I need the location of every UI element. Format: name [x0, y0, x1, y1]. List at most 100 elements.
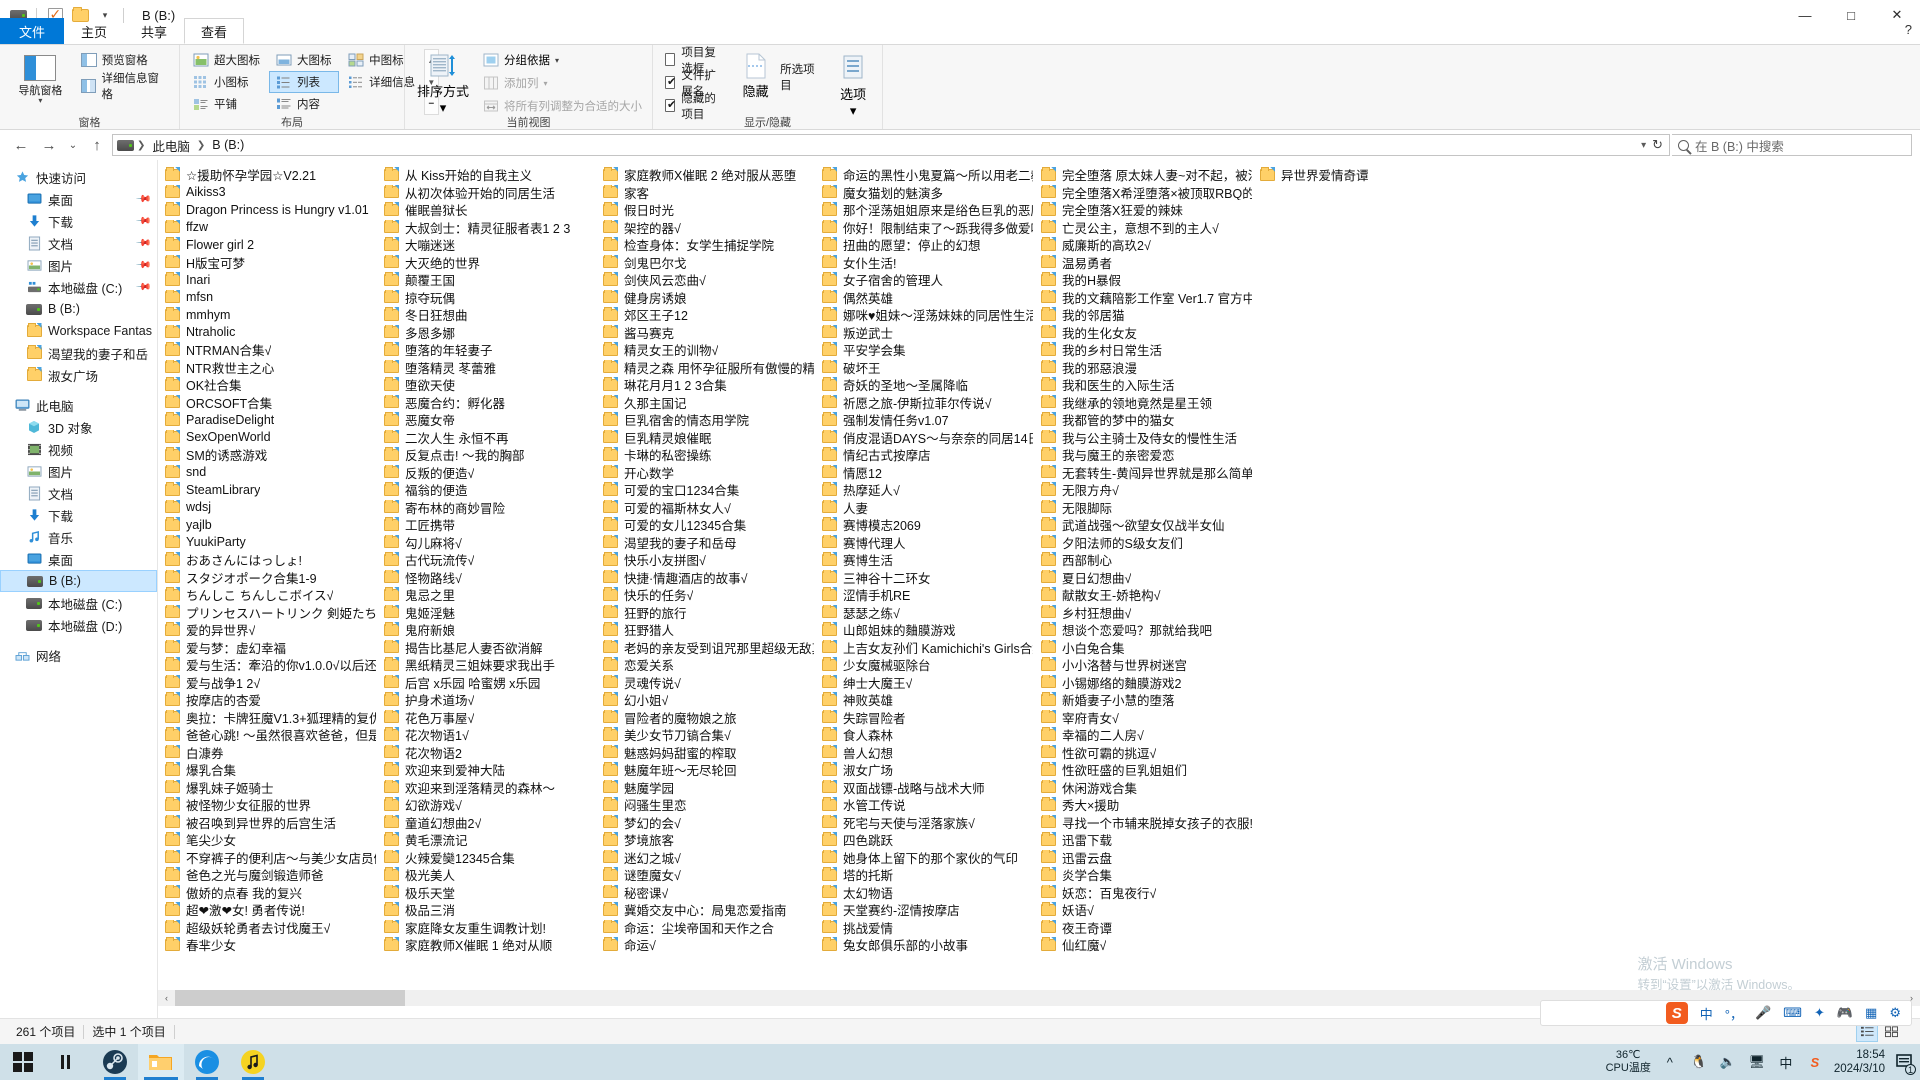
file-list-item[interactable]: 反复点击! ～我的胸部 [377, 446, 596, 464]
file-list-item[interactable]: 我和医生的入际生活 [1034, 376, 1253, 394]
file-list-item[interactable]: 我继承的领地竟然是星王领 [1034, 394, 1253, 412]
file-list-item[interactable]: 欢迎来到淫落精灵的森林～ [377, 779, 596, 797]
file-list-item[interactable]: 涩情手机RE [815, 586, 1034, 604]
up-button[interactable]: ↑ [84, 133, 110, 157]
file-list-item[interactable]: 火辣爱奱12345合集 [377, 849, 596, 867]
sidebar-item-this-pc[interactable]: 此电脑 [0, 394, 157, 416]
details-pane-button[interactable]: 详细信息窗格 [77, 73, 173, 101]
file-list-item[interactable]: 反叛的便造√ [377, 464, 596, 482]
file-list-item[interactable]: 福翁的便造 [377, 481, 596, 499]
file-list-item[interactable]: 祈愿之旅-伊斯拉菲尔传说√ [815, 394, 1034, 412]
file-list-item[interactable]: 想谈个恋爱吗？那就给我吧 [1034, 621, 1253, 639]
file-list-item[interactable]: 精灵女王的训物√ [596, 341, 815, 359]
file-list-item[interactable]: 天堂赛约-涩情按摩店 [815, 901, 1034, 919]
windows-start-icon[interactable] [0, 1044, 46, 1080]
file-list-item[interactable]: 幸福的二人房√ [1034, 726, 1253, 744]
file-list-item[interactable]: 梦境旅客 [596, 831, 815, 849]
file-list-item[interactable]: 秘密课√ [596, 884, 815, 902]
file-list-item[interactable]: 仙红魔√ [1034, 936, 1253, 954]
file-list-item[interactable]: 情纪古式按摩店 [815, 446, 1034, 464]
file-list-item[interactable]: 赛博模志2069 [815, 516, 1034, 534]
sidebar-item-videos[interactable]: 视频 [0, 438, 157, 460]
file-list-item[interactable]: 爱与生活：牽沿的你v1.0.0√以后还有更新 [158, 656, 377, 674]
apps-icon[interactable]: ▦ [1865, 1005, 1877, 1021]
file-list-item[interactable]: 小白兔合集 [1034, 639, 1253, 657]
file-list-item[interactable]: 性欲旺盛的巨乳姐姐们 [1034, 761, 1253, 779]
sidebar-item-local-disk-d[interactable]: 本地磁盘 (D:) [0, 614, 157, 636]
file-list[interactable]: ☆援助怀孕学园☆V2.21 Aikiss3 Dragon Princess is H… [158, 160, 1920, 1018]
breadcrumb[interactable]: ❯ 此电脑 ❯ B (B:) ▾ ↻ [112, 134, 1670, 156]
pin-icon[interactable]: 📌 [134, 213, 151, 230]
sidebar-item-documents[interactable]: 文档 📌 [0, 232, 157, 254]
file-list-item[interactable]: 家客 [596, 184, 815, 202]
task-view-icon[interactable] [46, 1044, 92, 1080]
file-list-item[interactable]: 迅雷云盘 [1034, 849, 1253, 867]
scroll-left-icon[interactable]: ‹ [158, 990, 175, 1006]
chevron-down-icon[interactable]: ▾ [38, 97, 42, 105]
file-list-item[interactable]: 女子宿舍的管理人 [815, 271, 1034, 289]
file-list-item[interactable]: 奥拉：卡牌狂魔V1.3+狐理精的复仇 [158, 709, 377, 727]
file-list-item[interactable]: 后宫 x乐园 哈蜜娚 x乐园 [377, 674, 596, 692]
file-list-item[interactable]: 鬼府新娘 [377, 621, 596, 639]
sidebar-item-drive-b[interactable]: B (B:) [0, 570, 157, 592]
navigation-pane[interactable]: 快速访问 桌面 📌 下载 📌 文档 📌 图片 📌 本地磁盘 (C:) 📌 B (… [0, 160, 158, 1018]
file-list-item[interactable]: 赛博代理人 [815, 534, 1034, 552]
recent-locations-button[interactable]: ⌄ [64, 133, 82, 157]
file-list-item[interactable]: 破坏王 [815, 359, 1034, 377]
file-list-item[interactable]: 美少女节刀镐合集√ [596, 726, 815, 744]
file-list-item[interactable]: 我的H暴假 [1034, 271, 1253, 289]
file-list-item[interactable]: 兔女郎俱乐部的小故事 [815, 936, 1034, 954]
tab-view[interactable]: 查看 [184, 18, 245, 44]
file-list-item[interactable]: 异世界爱情奇谭 [1253, 166, 1472, 184]
file-list-item[interactable]: 春芈少女 [158, 936, 377, 954]
file-list-item[interactable]: 超级妖轮勇者去讨伐魔王√ [158, 919, 377, 937]
file-list-item[interactable]: 久那主国记 [596, 394, 815, 412]
file-list-item[interactable]: 黄毛漂流记 [377, 831, 596, 849]
file-list-item[interactable]: NTR救世主之心 [158, 359, 377, 377]
emoji-icon[interactable]: ✦ [1814, 1005, 1825, 1021]
file-list-item[interactable]: 亡灵公主，意想不到的主人√ [1034, 219, 1253, 237]
file-list-item[interactable]: 幻小姐√ [596, 691, 815, 709]
file-list-item[interactable]: ParadiseDelight [158, 411, 377, 429]
file-list-item[interactable]: 瑟瑟之练√ [815, 604, 1034, 622]
file-list-item[interactable]: 魅魔年班～无尽轮回 [596, 761, 815, 779]
sidebar-item-local-disk-c-pc[interactable]: 本地磁盘 (C:) [0, 592, 157, 614]
file-list-item[interactable]: 偶然英雄 [815, 289, 1034, 307]
layout-option-small-icons[interactable]: 小图标 [186, 71, 267, 93]
file-list-item[interactable]: 从初次体验开始的同居生活 [377, 184, 596, 202]
file-list-item[interactable]: 极光美人 [377, 866, 596, 884]
breadcrumb-dropdown-icon[interactable]: ▾ [1641, 140, 1646, 151]
file-list-item[interactable]: 上吉女友孙们 Kamichichi's Girls合集 [815, 639, 1034, 657]
file-list-item[interactable]: 热摩延人√ [815, 481, 1034, 499]
size-all-columns-button[interactable]: 将所有列调整为合适的大小 [479, 95, 646, 117]
file-list-item[interactable]: 迷幻之城√ [596, 849, 815, 867]
file-list-item[interactable]: 童道幻想曲2√ [377, 814, 596, 832]
file-list-item[interactable]: 死宅与天使与淫落家族√ [815, 814, 1034, 832]
chevron-down-icon[interactable]: ▾ [555, 56, 559, 65]
search-input[interactable]: 在 B (B:) 中搜索 [1672, 134, 1912, 156]
file-list-item[interactable]: 她身体上留下的那个家伙的气印 [815, 849, 1034, 867]
file-list-item[interactable]: mfsn [158, 289, 377, 307]
file-list-item[interactable]: 俏皮混语DAYS～与奈奈的同居14日 [815, 429, 1034, 447]
layout-option-list[interactable]: 列表 [269, 71, 340, 93]
checkbox-unchecked-icon[interactable] [665, 53, 676, 66]
file-list-item[interactable]: 三神谷十二环女 [815, 569, 1034, 587]
file-list-item[interactable]: 黑纸精灵三姐妹要求我出手 [377, 656, 596, 674]
file-list-item[interactable]: 大叔剑士：精灵征服者表1 2 3 [377, 219, 596, 237]
file-explorer-icon[interactable] [138, 1044, 184, 1080]
file-list-item[interactable]: 完全堕落X狂爱的辣妹 [1034, 201, 1253, 219]
file-list-item[interactable]: H版宝可梦 [158, 254, 377, 272]
file-list-item[interactable]: 山郎姐妹的麯膜游戏 [815, 621, 1034, 639]
file-list-item[interactable]: 小锡娜络的麯膜游戏2 [1034, 674, 1253, 692]
file-list-item[interactable]: 谜堕魔女√ [596, 866, 815, 884]
game-icon[interactable]: 🎮 [1837, 1005, 1853, 1021]
file-list-item[interactable]: 夏日幻想曲√ [1034, 569, 1253, 587]
file-list-item[interactable]: 假日时光 [596, 201, 815, 219]
file-list-item[interactable]: 我的邻居猫 [1034, 306, 1253, 324]
file-list-item[interactable]: 夕阳法师的S级女友们 [1034, 534, 1253, 552]
forward-button[interactable]: → [36, 133, 62, 157]
file-list-item[interactable]: 性欲可霸的挑逗√ [1034, 744, 1253, 762]
volume-icon[interactable]: 🔈 [1718, 1051, 1738, 1073]
file-list-item[interactable]: 塔的托斯 [815, 866, 1034, 884]
file-list-item[interactable]: ffzw [158, 219, 377, 237]
